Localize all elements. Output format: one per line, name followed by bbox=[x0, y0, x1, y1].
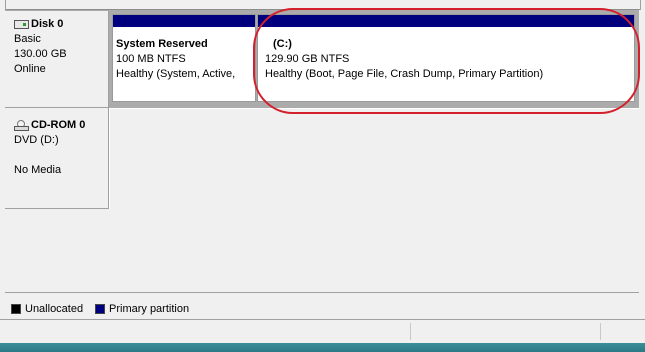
legend-primary-partition: Primary partition bbox=[95, 303, 189, 315]
partition-size: 100 MB NTFS bbox=[116, 53, 186, 65]
taskbar-edge bbox=[0, 343, 645, 352]
cdrom-0-empty-area[interactable] bbox=[109, 108, 640, 209]
disk-0-partitions: System Reserved 100 MB NTFS Healthy (Sys… bbox=[109, 11, 639, 107]
partition-status: Healthy (System, Active, bbox=[116, 68, 236, 80]
status-pane-divider bbox=[410, 323, 411, 340]
status-pane-divider bbox=[600, 323, 601, 340]
partition-size: 129.90 GB NTFS bbox=[265, 53, 350, 65]
primary-partition-bar bbox=[258, 15, 634, 27]
disk-map-empty-space bbox=[5, 209, 639, 292]
disk-0-type: Basic bbox=[14, 33, 41, 45]
partition-name: (C:) bbox=[273, 38, 292, 50]
cdrom-0-header[interactable]: CD-ROM 0 DVD (D:) No Media bbox=[5, 108, 109, 209]
partition-c-drive[interactable]: (C:) 129.90 GB NTFS Healthy (Boot, Page … bbox=[257, 14, 635, 102]
disk-0-size: 130.00 GB bbox=[14, 48, 67, 60]
partition-status: Healthy (Boot, Page File, Crash Dump, Pr… bbox=[265, 68, 544, 80]
primary-partition-swatch bbox=[95, 304, 105, 314]
cd-drive-icon bbox=[14, 120, 29, 131]
legend-bar: Unallocated Primary partition bbox=[5, 292, 639, 319]
legend-unallocated: Unallocated bbox=[11, 303, 83, 315]
disk-0-name: Disk 0 bbox=[31, 18, 64, 30]
hard-disk-icon bbox=[14, 20, 29, 29]
partition-name: System Reserved bbox=[116, 38, 208, 50]
cdrom-0-type: DVD (D:) bbox=[14, 134, 59, 146]
cdrom-0-name: CD-ROM 0 bbox=[31, 119, 86, 131]
disk-0-status: Online bbox=[14, 63, 46, 75]
legend-label: Unallocated bbox=[25, 303, 84, 315]
partition-system-reserved[interactable]: System Reserved 100 MB NTFS Healthy (Sys… bbox=[112, 14, 256, 102]
legend-label: Primary partition bbox=[109, 303, 190, 315]
cdrom-0-status: No Media bbox=[14, 164, 62, 176]
primary-partition-bar bbox=[113, 15, 255, 27]
previous-row-edge bbox=[5, 0, 641, 10]
unallocated-swatch bbox=[11, 304, 21, 314]
status-bar bbox=[0, 319, 645, 344]
disk-0-header[interactable]: Disk 0 Basic 130.00 GB Online bbox=[5, 11, 109, 108]
